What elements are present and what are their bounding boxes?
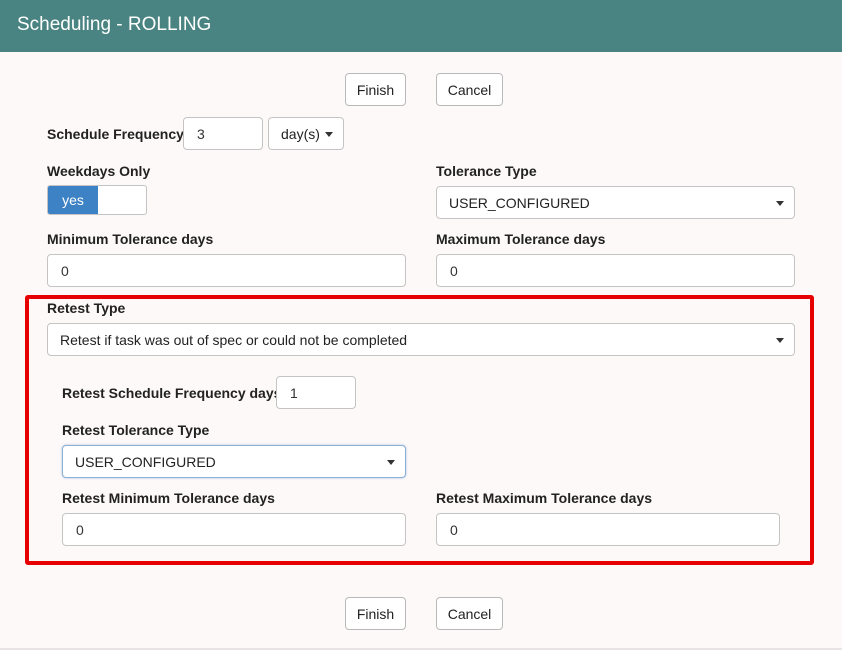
cancel-button-bottom[interactable]: Cancel <box>436 597 503 630</box>
retest-type-label: Retest Type <box>47 300 126 316</box>
min-tolerance-input[interactable]: 0 <box>47 254 406 287</box>
retest-tolerance-type-label: Retest Tolerance Type <box>62 422 210 438</box>
retest-frequency-input[interactable]: 1 <box>276 376 356 409</box>
finish-button-bottom[interactable]: Finish <box>345 597 406 630</box>
cancel-button-top[interactable]: Cancel <box>436 73 503 106</box>
caret-down-icon <box>325 132 333 137</box>
schedule-frequency-label: Schedule Frequency <box>47 126 184 142</box>
caret-down-icon <box>776 201 784 206</box>
retest-max-tolerance-label: Retest Maximum Tolerance days <box>436 490 653 506</box>
finish-button-top[interactable]: Finish <box>345 73 406 106</box>
toggle-on-state: yes <box>48 186 98 214</box>
frequency-unit-select[interactable]: day(s) <box>268 117 344 150</box>
retest-min-tolerance-input[interactable]: 0 <box>62 513 406 546</box>
retest-min-tolerance-label: Retest Minimum Tolerance days <box>62 490 275 506</box>
retest-tolerance-type-select[interactable]: USER_CONFIGURED <box>62 445 406 478</box>
weekdays-only-toggle[interactable]: yes <box>47 185 147 215</box>
caret-down-icon <box>776 338 784 343</box>
tolerance-type-label: Tolerance Type <box>436 163 537 179</box>
title-bar: Scheduling - ROLLING <box>0 0 842 52</box>
retest-tolerance-type-value: USER_CONFIGURED <box>75 453 216 470</box>
retest-max-tolerance-input[interactable]: 0 <box>436 513 780 546</box>
max-tolerance-input[interactable]: 0 <box>436 254 795 287</box>
caret-down-icon <box>387 460 395 465</box>
tolerance-type-value: USER_CONFIGURED <box>449 194 590 211</box>
retest-type-select[interactable]: Retest if task was out of spec or could … <box>47 323 795 356</box>
schedule-frequency-input[interactable]: 3 <box>183 117 263 150</box>
max-tolerance-label: Maximum Tolerance days <box>436 231 606 247</box>
frequency-unit-value: day(s) <box>281 125 320 142</box>
weekdays-only-label: Weekdays Only <box>47 163 151 179</box>
retest-type-value: Retest if task was out of spec or could … <box>60 331 408 348</box>
min-tolerance-label: Minimum Tolerance days <box>47 231 214 247</box>
retest-frequency-label: Retest Schedule Frequency days <box>62 385 282 401</box>
window-title: Scheduling - ROLLING <box>17 14 212 35</box>
tolerance-type-select[interactable]: USER_CONFIGURED <box>436 186 795 219</box>
